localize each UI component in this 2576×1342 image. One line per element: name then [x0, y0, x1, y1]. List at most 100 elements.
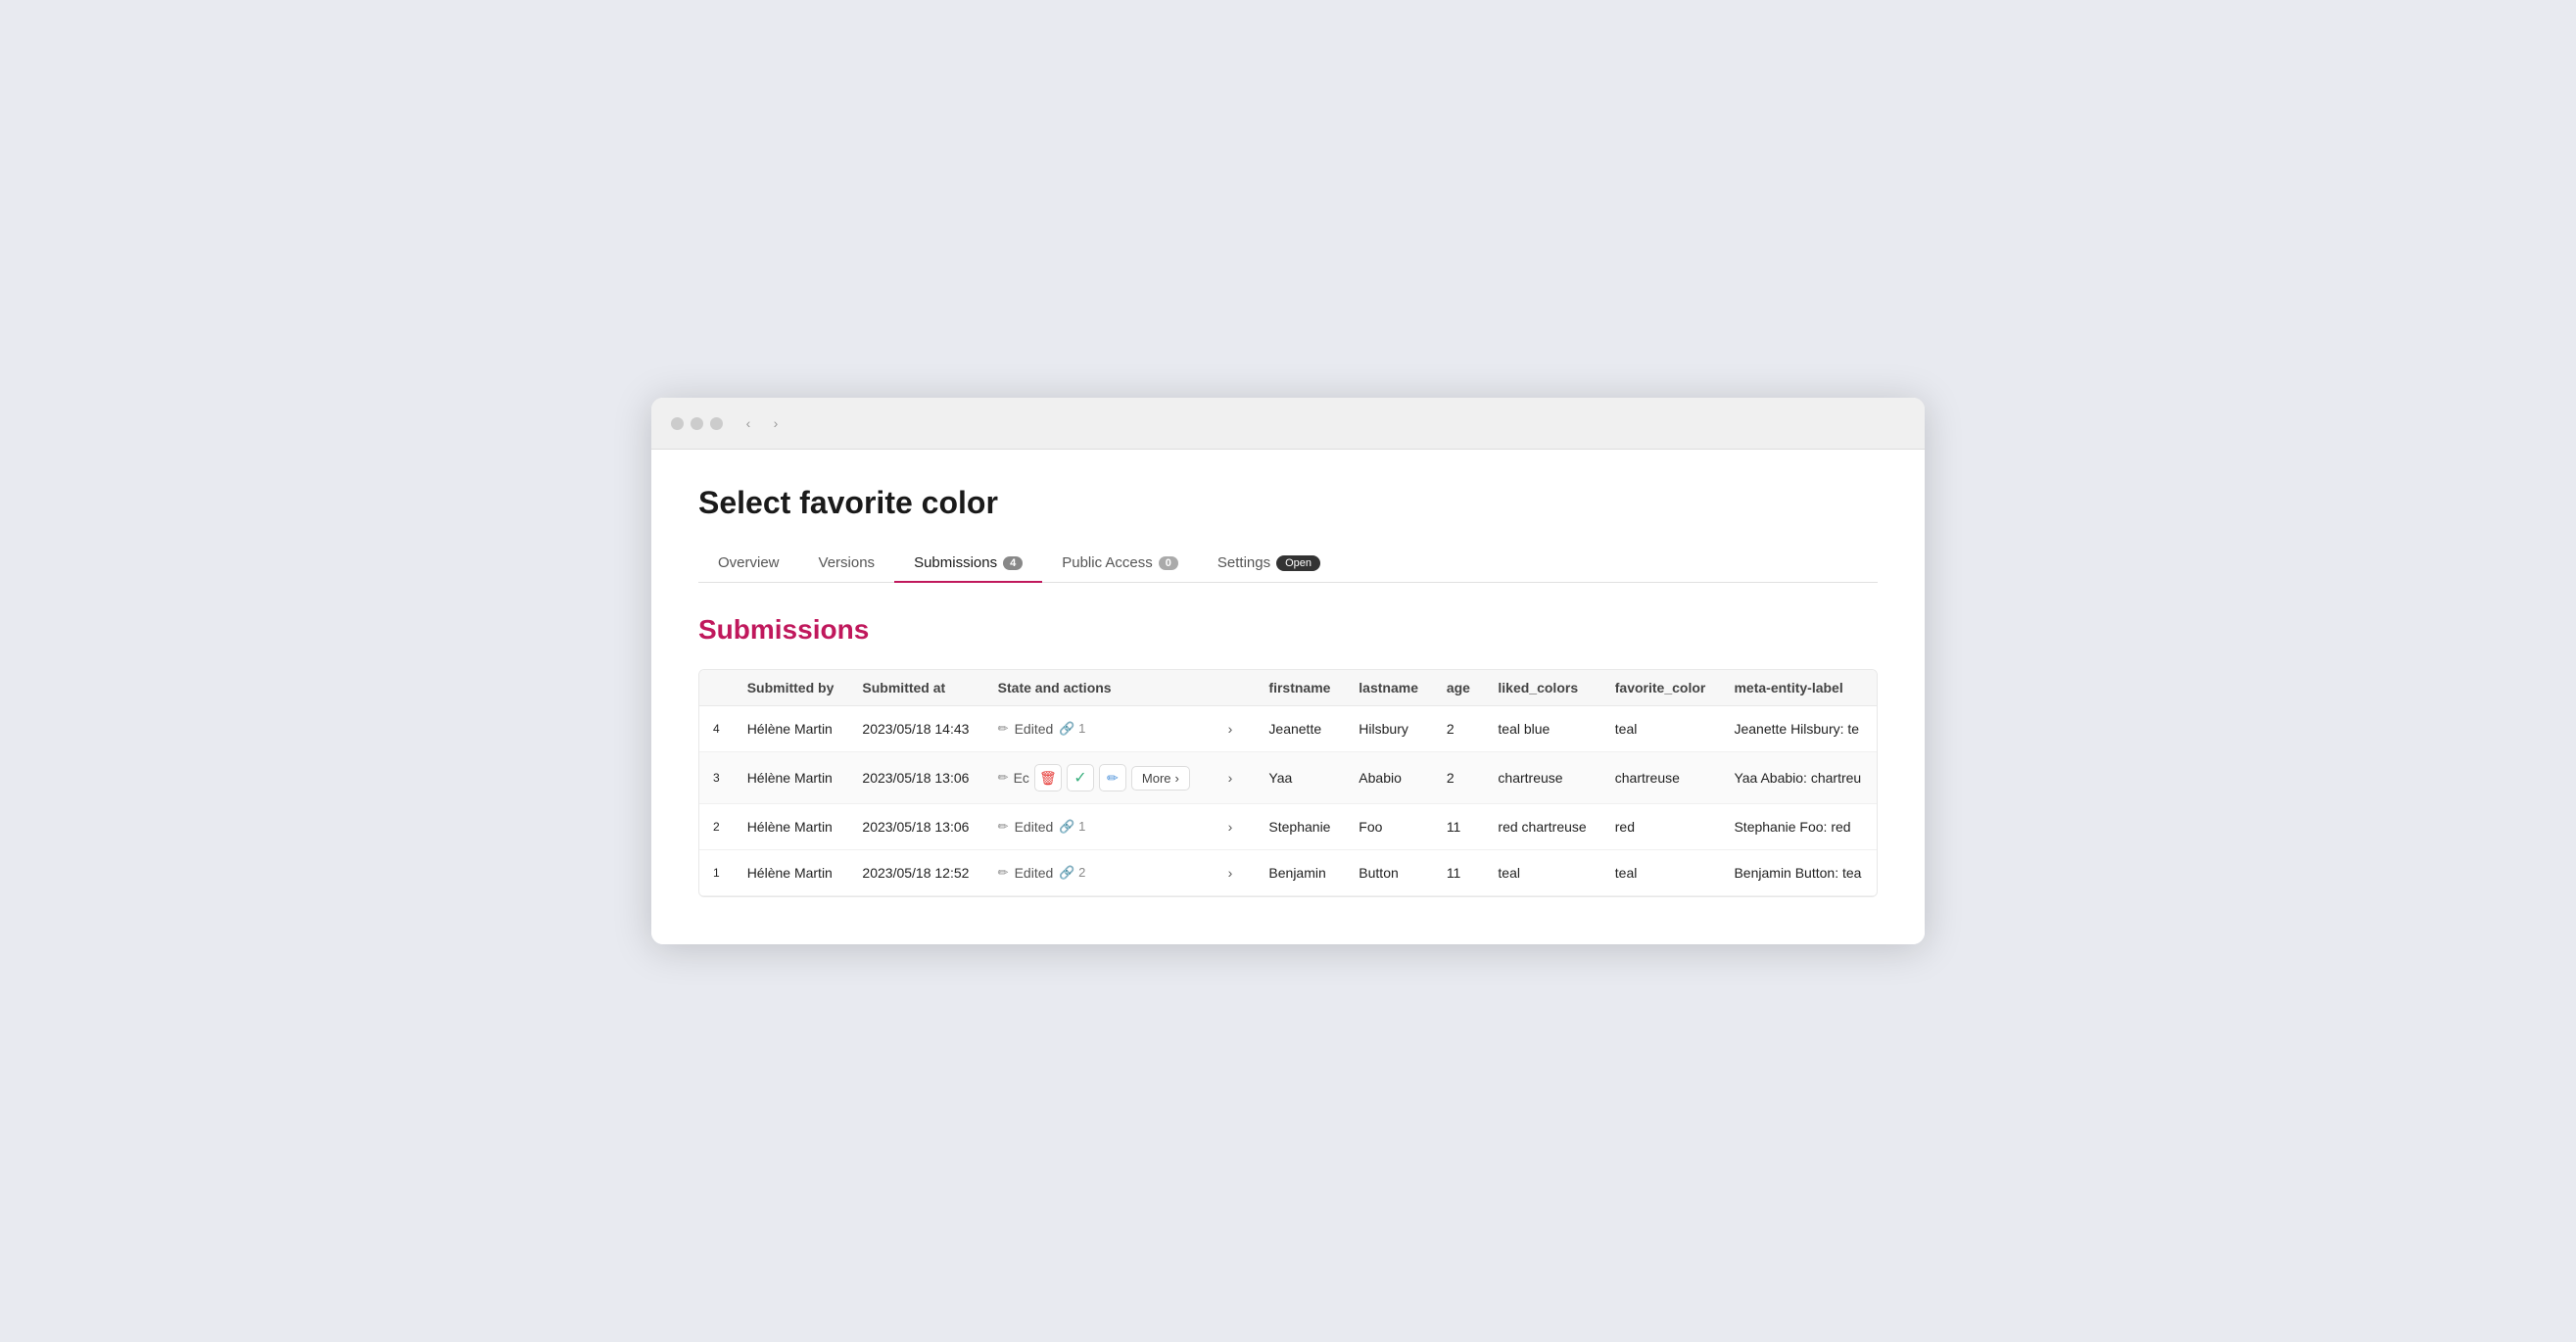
lastname-3: Ababio	[1345, 752, 1433, 804]
tab-versions[interactable]: Versions	[799, 545, 895, 583]
dot-red	[671, 417, 684, 430]
row-expand-button-1[interactable]: ›	[1219, 862, 1241, 884]
tab-public-access[interactable]: Public Access 0	[1042, 545, 1198, 583]
tabs-bar: Overview Versions Submissions 4 Public A…	[698, 545, 1878, 583]
dot-yellow	[691, 417, 703, 430]
edit-icon-2: ✏	[998, 819, 1009, 835]
browser-chrome: ‹ ›	[651, 398, 1925, 450]
firstname-3: Yaa	[1255, 752, 1345, 804]
col-header-age: age	[1433, 670, 1485, 706]
state-actions-3: ✏ Ec 🗑 ✓ ✏ More ›	[984, 752, 1206, 804]
col-header-liked-colors: liked_colors	[1484, 670, 1600, 706]
tab-overview[interactable]: Overview	[698, 545, 799, 583]
nav-forward-button[interactable]: ›	[766, 413, 786, 433]
liked-colors-2: red chartreuse	[1484, 804, 1600, 850]
submitted-at-2: 2023/05/18 13:06	[848, 804, 983, 850]
chevron-cell-1: ›	[1206, 850, 1255, 896]
row-num-3: 3	[699, 752, 734, 804]
meta-entity-label-1: Benjamin Button: tea	[1720, 850, 1877, 896]
submitted-by-4: Hélène Martin	[734, 706, 849, 752]
table-row: 1 Hélène Martin 2023/05/18 12:52 ✏ Edite…	[699, 850, 1877, 896]
state-actions-container-1: ✏ Edited 🔗 2	[998, 865, 1192, 881]
more-button-3[interactable]: More ›	[1131, 766, 1190, 791]
public-access-count-badge: 0	[1159, 556, 1178, 570]
lastname-2: Foo	[1345, 804, 1433, 850]
firstname-1: Benjamin	[1255, 850, 1345, 896]
section-title: Submissions	[698, 614, 1878, 646]
firstname-4: Jeanette	[1255, 706, 1345, 752]
check-button-3[interactable]: ✓	[1067, 764, 1094, 791]
action-row-3: ✏ Ec 🗑 ✓ ✏ More ›	[998, 764, 1192, 791]
submitted-by-1: Hélène Martin	[734, 850, 849, 896]
settings-status-badge: Open	[1276, 555, 1320, 571]
col-header-submitted-by: Submitted by	[734, 670, 849, 706]
delete-button-3[interactable]: 🗑	[1034, 764, 1062, 791]
submissions-table-container: Submitted by Submitted at State and acti…	[698, 669, 1878, 897]
submitted-at-1: 2023/05/18 12:52	[848, 850, 983, 896]
age-1: 11	[1433, 850, 1485, 896]
favorite-color-2: red	[1601, 804, 1721, 850]
col-header-lastname: lastname	[1345, 670, 1433, 706]
liked-colors-1: teal	[1484, 850, 1600, 896]
row-num-4: 4	[699, 706, 734, 752]
state-actions-2: ✏ Edited 🔗 1	[984, 804, 1206, 850]
lastname-1: Button	[1345, 850, 1433, 896]
link-count-4: 🔗 1	[1059, 721, 1085, 737]
chevron-cell-3: ›	[1206, 752, 1255, 804]
edit-icon-1: ✏	[998, 865, 1009, 881]
link-count-1: 🔗 2	[1059, 865, 1085, 881]
pencil-blue-button-3[interactable]: ✏	[1099, 764, 1126, 791]
more-chevron-icon: ›	[1175, 771, 1179, 786]
submitted-by-3: Hélène Martin	[734, 752, 849, 804]
meta-entity-label-4: Jeanette Hilsbury: te	[1720, 706, 1877, 752]
favorite-color-3: chartreuse	[1601, 752, 1721, 804]
favorite-color-1: teal	[1601, 850, 1721, 896]
col-header-submitted-at: Submitted at	[848, 670, 983, 706]
header-row: Submitted by Submitted at State and acti…	[699, 670, 1877, 706]
submissions-table: Submitted by Submitted at State and acti…	[699, 670, 1877, 896]
liked-colors-4: teal blue	[1484, 706, 1600, 752]
table-row: 4 Hélène Martin 2023/05/18 14:43 ✏ Edite…	[699, 706, 1877, 752]
age-2: 11	[1433, 804, 1485, 850]
meta-entity-label-3: Yaa Ababio: chartreu	[1720, 752, 1877, 804]
col-header-state-actions: State and actions	[984, 670, 1256, 706]
tab-settings[interactable]: Settings Open	[1198, 545, 1340, 583]
col-header-firstname: firstname	[1255, 670, 1345, 706]
chevron-cell-4: ›	[1206, 706, 1255, 752]
nav-back-button[interactable]: ‹	[739, 413, 758, 433]
col-header-meta-entity-label: meta-entity-label	[1720, 670, 1877, 706]
state-actions-container-2: ✏ Edited 🔗 1	[998, 819, 1192, 835]
age-4: 2	[1433, 706, 1485, 752]
table-row: 2 Hélène Martin 2023/05/18 13:06 ✏ Edite…	[699, 804, 1877, 850]
browser-dots	[671, 417, 723, 430]
row-expand-button-2[interactable]: ›	[1219, 816, 1241, 838]
page-title: Select favorite color	[698, 485, 1878, 521]
table-header: Submitted by Submitted at State and acti…	[699, 670, 1877, 706]
state-label-4: Edited	[1015, 721, 1054, 737]
state-actions-4: ✏ Edited 🔗 1	[984, 706, 1206, 752]
submitted-at-4: 2023/05/18 14:43	[848, 706, 983, 752]
row-num-1: 1	[699, 850, 734, 896]
edit-icon-4: ✏	[998, 721, 1009, 737]
link-count-2: 🔗 1	[1059, 819, 1085, 835]
submitted-at-3: 2023/05/18 13:06	[848, 752, 983, 804]
submissions-count-badge: 4	[1003, 556, 1023, 570]
state-label-2: Edited	[1015, 819, 1054, 835]
table-body: 4 Hélène Martin 2023/05/18 14:43 ✏ Edite…	[699, 706, 1877, 896]
tab-submissions[interactable]: Submissions 4	[894, 545, 1042, 583]
meta-entity-label-2: Stephanie Foo: red	[1720, 804, 1877, 850]
browser-content: Select favorite color Overview Versions …	[651, 450, 1925, 944]
state-label-1: Edited	[1015, 865, 1054, 881]
liked-colors-3: chartreuse	[1484, 752, 1600, 804]
state-actions-container-4: ✏ Edited 🔗 1	[998, 721, 1192, 737]
table-row: 3 Hélène Martin 2023/05/18 13:06 ✏ Ec 🗑 …	[699, 752, 1877, 804]
chevron-cell-2: ›	[1206, 804, 1255, 850]
row-expand-button-4[interactable]: ›	[1219, 718, 1241, 740]
browser-window: ‹ › Select favorite color Overview Versi…	[651, 398, 1925, 944]
row-expand-button-3[interactable]: ›	[1219, 767, 1241, 789]
col-header-favorite-color: favorite_color	[1601, 670, 1721, 706]
state-label-3: Ec	[1014, 770, 1029, 786]
submitted-by-2: Hélène Martin	[734, 804, 849, 850]
dot-green	[710, 417, 723, 430]
lastname-4: Hilsbury	[1345, 706, 1433, 752]
